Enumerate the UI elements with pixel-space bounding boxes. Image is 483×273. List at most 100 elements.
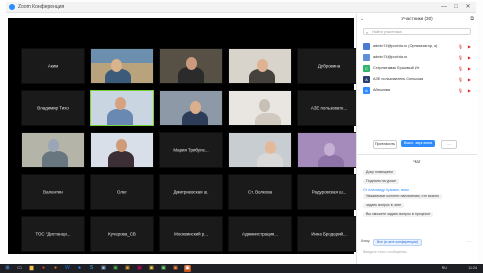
chat-message-input[interactable]: Введите текст сообщения... <box>361 248 473 256</box>
windows-taskbar: ⊞ ▭ ▆ ● ● W ● S ▣ ▣ ▣ ▣ ▣ ▣ ▣ ▣ RU 11:24 <box>0 264 483 273</box>
invite-button[interactable]: Пригласить <box>373 140 397 149</box>
participants-title: Участники (30) <box>401 16 433 21</box>
person-head <box>190 101 201 114</box>
person-body <box>257 153 283 167</box>
close-button[interactable]: ✕ <box>464 3 472 11</box>
app-yellow-icon[interactable]: ▣ <box>148 265 155 272</box>
participant-avatar: А <box>363 76 370 83</box>
chrome-icon[interactable]: ● <box>40 265 47 272</box>
explorer-icon[interactable]: ▆ <box>28 265 35 272</box>
camera-off-icon[interactable]: ▶ <box>468 77 471 82</box>
firefox-icon[interactable]: ● <box>52 265 59 272</box>
participant-name-tile[interactable]: Дмитриевская ш. <box>159 174 223 210</box>
chat-message: Подняли на уроке <box>363 179 399 184</box>
popout-icon[interactable]: ⧉ <box>470 16 474 22</box>
minimize-button[interactable]: — <box>440 3 448 11</box>
participant-row-name: Стерлитамак Ершовый Ит <box>373 66 420 70</box>
more-options-icon[interactable]: ⋯ <box>467 238 471 245</box>
participants-panel: ⌄ Участники (30) ⧉ ⌕ Найти участника adm… <box>356 14 477 264</box>
person-body <box>255 113 281 125</box>
windows-start-icon[interactable]: ⊞ <box>4 265 11 272</box>
participant-name-tile[interactable]: Инна Бродерий... <box>297 216 361 252</box>
participant-name: Кучерова_СВ <box>108 231 136 237</box>
participant-video-tile[interactable] <box>90 132 154 168</box>
chat-message: Уважаемые коллеги напоминаю, что можно <box>363 194 442 199</box>
taskbar-clock[interactable]: 11:24 <box>468 264 477 273</box>
camera-off-icon[interactable]: ▶ <box>468 44 471 49</box>
app-red-icon[interactable]: ▣ <box>136 265 143 272</box>
app-icon[interactable]: ▣ <box>100 265 107 272</box>
person-head <box>257 59 268 72</box>
app-active-icon[interactable]: ▣ <box>184 265 191 272</box>
word-icon[interactable]: W <box>64 265 71 272</box>
participant-video-tile[interactable] <box>159 90 223 126</box>
participant-video-tile[interactable] <box>90 48 154 84</box>
participant-avatar: С <box>363 65 370 72</box>
participant-name: АЗЕ пользовате... <box>310 105 348 111</box>
participant-name-tile[interactable]: Радуровская ш... <box>297 174 361 210</box>
participant-row[interactable]: С Стерлитамак Ершовый Ит 🎙 ▶ <box>361 64 473 73</box>
participant-name: Дубровина <box>317 63 341 69</box>
person-head <box>259 99 270 112</box>
zoom-taskbar-icon[interactable]: ● <box>76 265 83 272</box>
participant-name: Аким <box>47 63 59 69</box>
participant-name-tile[interactable]: Валентин <box>21 174 85 210</box>
mic-muted-icon[interactable]: 🎙 <box>458 77 463 82</box>
mic-muted-icon[interactable]: 🎙 <box>458 44 463 49</box>
participant-name-tile[interactable]: АЗЕ пользовате... <box>297 90 361 126</box>
app-green-icon[interactable]: ▣ <box>112 265 119 272</box>
camera-off-icon[interactable]: ▶ <box>468 55 471 60</box>
mic-muted-icon[interactable]: 🎙 <box>458 88 463 93</box>
participant-name-tile[interactable]: ТОС "Дистанци... <box>21 216 85 252</box>
participant-name-tile[interactable]: Администрация... <box>228 216 292 252</box>
screen: Zoom Конференция — □ ✕ Аким Дубровина Влад… <box>0 0 483 273</box>
person-head <box>116 139 127 152</box>
participant-search-input[interactable]: ⌕ Найти участника <box>363 28 471 35</box>
participant-video-tile[interactable] <box>159 48 223 84</box>
participant-video-tile[interactable] <box>21 132 85 168</box>
camera-off-icon[interactable]: ▶ <box>468 88 471 93</box>
app-orange-icon[interactable]: ▣ <box>124 265 131 272</box>
task-view-icon[interactable]: ▭ <box>16 265 23 272</box>
participant-search-placeholder: Найти участника <box>372 30 402 34</box>
skype-icon[interactable]: S <box>88 265 95 272</box>
video-gallery: Аким Дубровина Владимир Тихо АЗЕ пользовате… <box>8 18 361 254</box>
app-lime-icon[interactable]: ▣ <box>160 265 167 272</box>
participant-name-tile[interactable]: Москвинский р... <box>159 216 223 252</box>
participant-row[interactable]: admin74@pochta.ru (Организатор, я) 🎙 ▶ <box>361 42 473 51</box>
participant-name-tile[interactable]: Аким <box>21 48 85 84</box>
participant-name-tile[interactable]: Олег <box>90 174 154 210</box>
chat-title: Чат <box>413 159 421 164</box>
participant-row[interactable]: А АЗЕ пользователь Сельская 🎙 ▶ <box>361 75 473 84</box>
participant-video-tile[interactable] <box>228 90 292 126</box>
participant-video <box>91 133 153 167</box>
mic-muted-icon[interactable]: 🎙 <box>458 55 463 60</box>
participant-video-tile[interactable] <box>228 48 292 84</box>
participant-video <box>229 91 291 125</box>
chat-message: Вы сможете задать вопрос в процессе <box>363 212 434 217</box>
maximize-button[interactable]: □ <box>452 3 460 11</box>
participant-name-tile[interactable]: Ст. Волкова <box>228 174 292 210</box>
mic-muted-icon[interactable]: 🎙 <box>458 66 463 71</box>
camera-off-icon[interactable]: ▶ <box>468 66 471 71</box>
participant-name-tile[interactable]: Кучерова_СВ <box>90 216 154 252</box>
participant-name: Мария Трибуле... <box>173 147 209 153</box>
participant-video <box>298 133 360 167</box>
zoom-app-icon <box>9 4 15 10</box>
chat-recipient-select[interactable]: Все (в чате конференции) <box>373 239 423 246</box>
participant-video-tile[interactable] <box>90 90 154 126</box>
participant-row[interactable]: А Айтыкова 🎙 ▶ <box>361 86 473 95</box>
participant-avatar <box>363 54 370 61</box>
more-button[interactable]: ... <box>441 140 457 149</box>
participant-row[interactable]: admin74@pochta.ru 🎙 ▶ <box>361 53 473 62</box>
participant-video-tile[interactable] <box>297 132 361 168</box>
mute-all-button[interactable]: Выкл. звук всем <box>401 140 435 147</box>
language-indicator[interactable]: RU <box>442 264 447 273</box>
participant-name-tile[interactable]: Мария Трибуле... <box>159 132 223 168</box>
participant-video <box>91 91 153 125</box>
app-coral-icon[interactable]: ▣ <box>172 265 179 272</box>
participant-name-tile[interactable]: Дубровина <box>297 48 361 84</box>
participant-row-name: admin74@pochta.ru <box>373 55 408 59</box>
participant-name-tile[interactable]: Владимир Тихо <box>21 90 85 126</box>
participant-video-tile[interactable] <box>228 132 292 168</box>
